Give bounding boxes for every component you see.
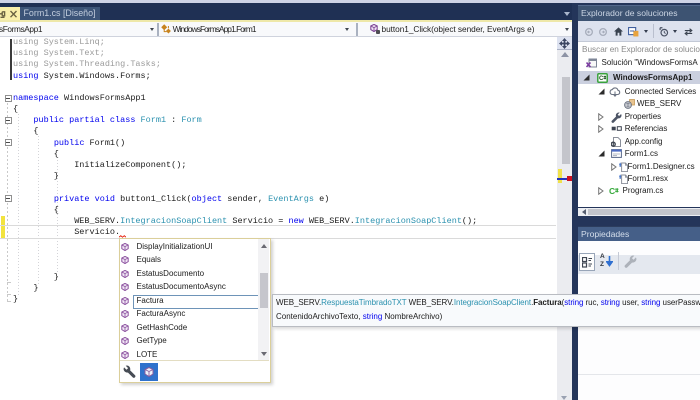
svg-text:C: C: [609, 186, 615, 196]
svg-text:C: C: [599, 76, 604, 82]
